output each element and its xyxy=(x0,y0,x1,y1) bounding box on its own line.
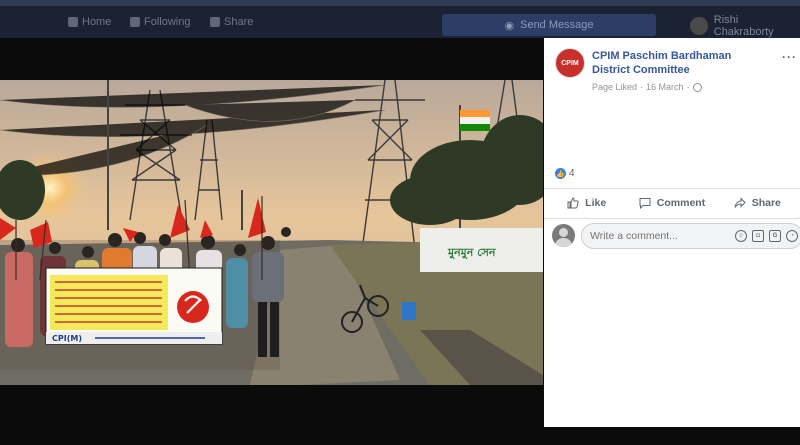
comment-icon xyxy=(639,198,651,209)
page-avatar[interactable]: CPIM xyxy=(555,48,585,78)
home-icon xyxy=(68,17,78,27)
meta-separator: · xyxy=(640,82,644,92)
wall-graffiti: মুনমুন সেন xyxy=(447,246,496,260)
send-message-button[interactable]: ◉ Send Message xyxy=(442,14,656,36)
comment-button[interactable]: Comment xyxy=(629,190,714,216)
divider xyxy=(544,188,800,189)
nav-item-home[interactable]: Home xyxy=(68,16,111,28)
following-icon xyxy=(130,17,140,27)
top-user[interactable]: Rishi Chakraborty xyxy=(690,14,800,38)
like-button[interactable]: Like xyxy=(544,190,629,216)
nav-label: Following xyxy=(144,16,191,28)
comment-composer: ☺ ◘ G ◔ xyxy=(552,223,800,249)
divider xyxy=(544,218,800,219)
share-icon xyxy=(210,17,220,27)
like-reaction-icon: 👍 xyxy=(555,168,566,179)
top-strip xyxy=(0,0,800,6)
like-label: Like xyxy=(585,197,607,209)
post-panel: CPIM CPIM Paschim Bardhaman District Com… xyxy=(544,38,800,427)
emoji-icon[interactable]: ☺ xyxy=(735,230,747,242)
comment-label: Comment xyxy=(656,197,706,209)
gif-icon[interactable]: G xyxy=(769,230,781,242)
top-bar: Home Following Share ◉ Send Message Rish… xyxy=(0,0,800,38)
share-button[interactable]: Share xyxy=(715,190,800,216)
meta-separator: · xyxy=(686,82,690,92)
comment-input[interactable] xyxy=(590,230,740,242)
nav-label: Share xyxy=(224,16,254,28)
rally-photo-illustration: মুনমুন সেন CPI(M) xyxy=(0,80,543,385)
nav-label: Home xyxy=(82,16,112,28)
page-name-link[interactable]: CPIM Paschim Bardhaman District Committe… xyxy=(592,49,772,77)
messenger-icon: ◉ xyxy=(504,19,515,32)
sticker-icon[interactable]: ◔ xyxy=(786,230,798,242)
share-arrow-icon xyxy=(734,197,746,208)
page-liked-status: Page Liked xyxy=(592,82,638,92)
share-label: Share xyxy=(751,197,781,209)
comment-box[interactable]: ☺ ◘ G ◔ xyxy=(581,223,800,249)
nav-item-share[interactable]: Share xyxy=(210,16,253,28)
user-avatar xyxy=(690,17,708,35)
nav-item-following[interactable]: Following xyxy=(130,16,190,28)
comment-tools: ☺ ◘ G ◔ xyxy=(735,230,798,242)
post-date[interactable]: 16 March xyxy=(646,82,684,92)
post-photo[interactable]: মুনমুন সেন CPI(M) xyxy=(0,80,543,385)
reaction-summary[interactable]: 👍 4 xyxy=(555,168,575,179)
camera-icon[interactable]: ◘ xyxy=(752,230,764,242)
thumbs-up-icon xyxy=(567,197,579,209)
more-options-icon[interactable]: ··· xyxy=(782,50,800,64)
like-count: 4 xyxy=(569,168,575,179)
avatar-text: CPIM xyxy=(561,59,579,67)
banner-text: CPI(M) xyxy=(52,334,82,343)
commenter-avatar xyxy=(552,224,575,247)
user-name: Rishi Chakraborty xyxy=(713,14,774,38)
globe-icon xyxy=(692,82,702,92)
post-actions: Like Comment Share xyxy=(544,190,800,216)
post-meta: Page Liked · 16 March · xyxy=(592,82,702,92)
send-message-label: Send Message xyxy=(520,19,594,31)
